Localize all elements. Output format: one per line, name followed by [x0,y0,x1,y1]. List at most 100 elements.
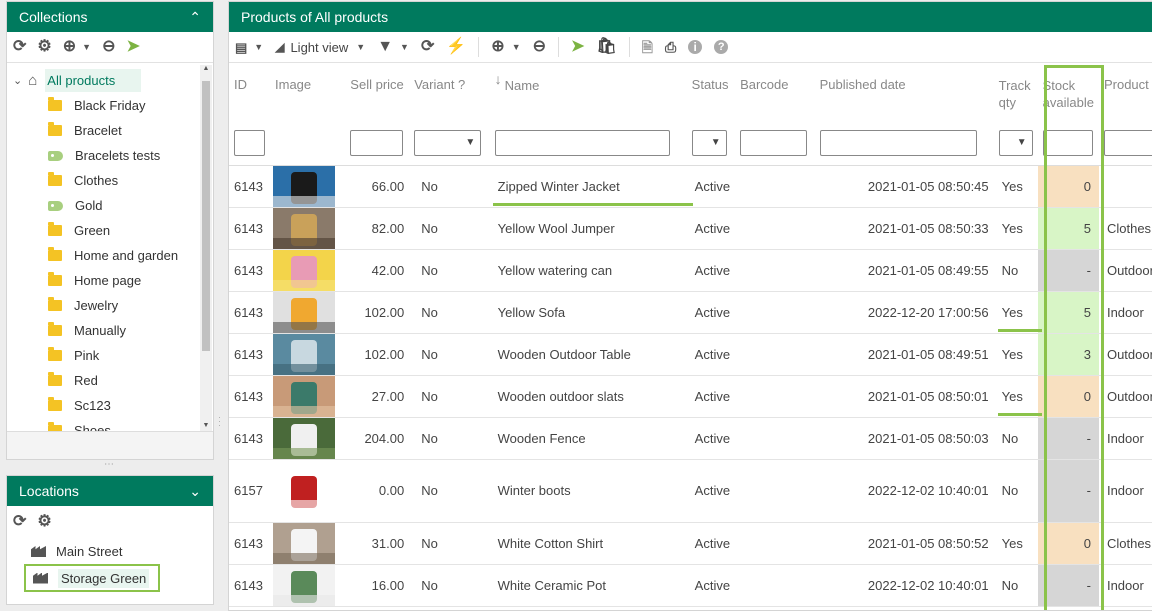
gear-icon[interactable]: ⚙ [37,39,51,55]
cell-variant[interactable]: No [409,249,490,292]
col-header-track-qty[interactable]: Track qty [994,65,1038,121]
table-row[interactable]: 6143 31.00 No White Cotton Shirt Active 2021-… [229,522,1152,565]
col-header-sell-price[interactable]: Sell price [345,65,409,121]
scroll-down-icon[interactable]: ▼ [200,422,212,429]
cell-variant[interactable]: No [409,459,490,523]
cell-product-type[interactable]: Indoor [1098,291,1152,334]
cell-published-date[interactable]: 2021-01-05 08:50:03 [814,417,994,460]
cell-name[interactable]: Wooden Outdoor Table [489,333,687,376]
cell-status[interactable]: Active [686,207,736,250]
col-header-stock-available[interactable]: Stock available [1038,65,1099,121]
filter-caret-icon[interactable]: ▼ [400,42,409,52]
collection-item[interactable]: Shoes [7,418,199,431]
cell-published-date[interactable]: 2022-12-02 10:40:01 [814,564,994,607]
export-icon[interactable]: ➤ [571,39,584,55]
collection-item[interactable]: Manually [7,318,199,343]
cell-product-type[interactable] [1098,165,1152,208]
cell-barcode[interactable] [735,417,815,460]
cell-track-qty[interactable]: Yes [993,165,1038,208]
cell-status[interactable]: Active [686,165,736,208]
table-row[interactable]: 6143 66.00 No Zipped Winter Jacket Active 202… [229,165,1152,208]
cell-name[interactable]: White Cotton Shirt [489,522,687,565]
cell-product-type[interactable]: Outdoor [1098,375,1152,418]
add-icon[interactable]: ⊕ [491,39,504,55]
scroll-up-icon[interactable]: ▲ [200,65,212,72]
collection-item[interactable]: Pink [7,343,199,368]
collection-item[interactable]: Sc123 [7,393,199,418]
cell-image[interactable] [270,375,346,418]
cell-variant[interactable]: No [409,165,490,208]
col-header-id[interactable]: ID [229,65,270,121]
cell-barcode[interactable] [735,165,815,208]
cell-barcode[interactable] [735,375,815,418]
cell-published-date[interactable]: 2021-01-05 08:49:51 [814,333,994,376]
cell-sell-price[interactable]: 16.00 [345,564,410,607]
cell-image[interactable] [270,207,346,250]
cell-status[interactable]: Active [686,291,736,334]
shopify-bag-icon[interactable]: 🛍 [596,39,616,55]
cell-status[interactable]: Active [686,333,736,376]
cell-track-qty[interactable]: No [993,459,1038,523]
cell-image[interactable] [270,165,346,208]
cell-track-qty[interactable]: Yes [993,522,1038,565]
cell-id[interactable]: 6143 [229,522,270,565]
filter-icon[interactable]: ▼ [377,39,393,55]
cell-barcode[interactable] [735,291,815,334]
filter-track-select[interactable]: ▼ [998,129,1033,156]
refresh-icon[interactable]: ⟳ [13,39,26,55]
cell-image[interactable] [270,333,346,376]
remove-icon[interactable]: ⊖ [533,39,546,55]
scroll-thumb[interactable] [202,81,210,351]
cell-published-date[interactable]: 2022-12-20 17:00:56 [814,291,994,334]
cell-sell-price[interactable]: 66.00 [345,165,410,208]
filter-type-input[interactable] [1103,129,1152,156]
col-header-name[interactable]: ↓ Name [490,65,687,121]
collapse-up-icon[interactable]: ⌃ [189,9,201,26]
cell-name[interactable]: Yellow watering can [489,249,687,292]
cell-product-type[interactable]: Clothes [1098,522,1152,565]
cell-track-qty[interactable]: Yes [993,207,1038,250]
view-icon[interactable]: ◢ [275,41,284,53]
col-header-variant[interactable]: Variant ? [409,65,489,121]
collection-item[interactable]: Bracelets tests [7,143,199,168]
cell-stock-available[interactable]: 0 [1037,165,1099,208]
cell-sell-price[interactable]: 204.00 [345,417,410,460]
add-icon[interactable]: ⊕ [63,39,76,55]
filter-price-input[interactable] [350,129,404,156]
cell-barcode[interactable] [735,522,815,565]
cell-published-date[interactable]: 2022-12-02 10:40:01 [814,459,994,523]
add-caret-icon[interactable]: ▼ [82,42,91,52]
cell-published-date[interactable]: 2021-01-05 08:50:01 [814,375,994,418]
cell-barcode[interactable] [735,564,815,607]
cell-status[interactable]: Active [686,417,736,460]
cell-variant[interactable]: No [409,333,490,376]
cell-name[interactable]: Wooden Fence [489,417,687,460]
cell-variant[interactable]: No [409,291,490,334]
export-icon[interactable]: ➤ [126,39,139,55]
cell-id[interactable]: 6143 [229,165,270,208]
cell-sell-price[interactable]: 27.00 [345,375,410,418]
csv-file-icon[interactable]: 🗎 [642,40,653,54]
cell-stock-available[interactable]: - [1037,249,1099,292]
cell-published-date[interactable]: 2021-01-05 08:50:45 [814,165,994,208]
collections-header[interactable]: Collections ⌃ [7,2,213,32]
filter-status-select[interactable]: ▼ [691,129,727,156]
cell-status[interactable]: Active [686,522,736,565]
refresh-icon[interactable]: ⟳ [13,513,26,530]
gear-icon[interactable]: ⚙ [37,513,51,530]
cell-stock-available[interactable]: 5 [1037,207,1099,250]
cell-track-qty[interactable]: Yes [993,291,1038,334]
table-row[interactable]: 6143 102.00 No Yellow Sofa Active 2022-12-20 … [229,291,1152,334]
cell-name[interactable]: White Ceramic Pot [489,564,687,607]
cell-track-qty[interactable]: Yes [993,375,1038,418]
cell-track-qty[interactable]: No [993,564,1038,607]
cell-id[interactable]: 6143 [229,375,270,418]
cell-variant[interactable]: No [409,375,490,418]
remove-icon[interactable]: ⊖ [102,39,115,55]
cell-barcode[interactable] [735,249,815,292]
cell-stock-available[interactable]: - [1037,417,1099,460]
cell-sell-price[interactable]: 0.00 [345,459,410,523]
table-row[interactable]: 6143 204.00 No Wooden Fence Active 2021-01-05… [229,417,1152,460]
add-caret-icon[interactable]: ▼ [512,42,521,52]
columns-caret-icon[interactable]: ▼ [254,42,263,52]
